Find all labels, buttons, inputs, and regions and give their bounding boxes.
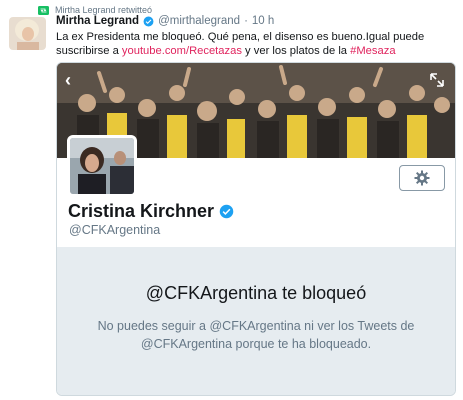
tweet-text-prefix: suscribirse a	[56, 45, 122, 57]
retweet-icon	[38, 5, 49, 15]
profile-handle[interactable]: @CFKArgentina	[69, 223, 160, 237]
verified-icon	[143, 16, 154, 26]
tweet-hashtag[interactable]: #Mesaza	[350, 45, 395, 57]
tweet-header: Mirtha Legrand @mirthalegrand · 10 h	[56, 15, 274, 27]
retweet-label: Mirtha Legrand retwitteó	[55, 5, 153, 15]
blocked-notice: @CFKArgentina te bloqueó No puedes segui…	[57, 247, 455, 395]
tweet-text: La ex Presidenta me bloqueó. Qué pena, e…	[56, 30, 456, 58]
expand-icon[interactable]	[429, 72, 445, 88]
profile-name-row: Cristina Kirchner	[68, 201, 234, 222]
gear-icon	[414, 170, 430, 186]
author-name[interactable]: Mirtha Legrand	[56, 15, 139, 27]
settings-button[interactable]	[399, 165, 445, 191]
profile-card[interactable]: ‹ Cristina Kirchner @CFKArgentina @CFKAr…	[56, 62, 456, 396]
author-handle[interactable]: @mirthalegrand	[158, 15, 240, 27]
profile-name[interactable]: Cristina Kirchner	[68, 201, 214, 222]
tweet-text-line1: La ex Presidenta me bloqueó. Qué pena, e…	[56, 31, 425, 43]
blocked-title: @CFKArgentina te bloqueó	[145, 283, 367, 303]
separator: ·	[244, 15, 248, 27]
blocked-message: No puedes seguir a @CFKArgentina ni ver …	[97, 319, 415, 351]
profile-avatar[interactable]	[67, 135, 137, 197]
tweet-text-mid: y ver los platos de la	[241, 45, 351, 57]
verified-icon	[219, 204, 234, 219]
tweet-time[interactable]: 10 h	[252, 15, 274, 27]
tweet-text-line2: suscribirse a youtube.com/Recetazas y ve…	[56, 44, 456, 58]
author-avatar[interactable]	[9, 17, 46, 50]
back-arrow-icon[interactable]: ‹	[65, 71, 79, 89]
tweet-link[interactable]: youtube.com/Recetazas	[122, 45, 242, 57]
